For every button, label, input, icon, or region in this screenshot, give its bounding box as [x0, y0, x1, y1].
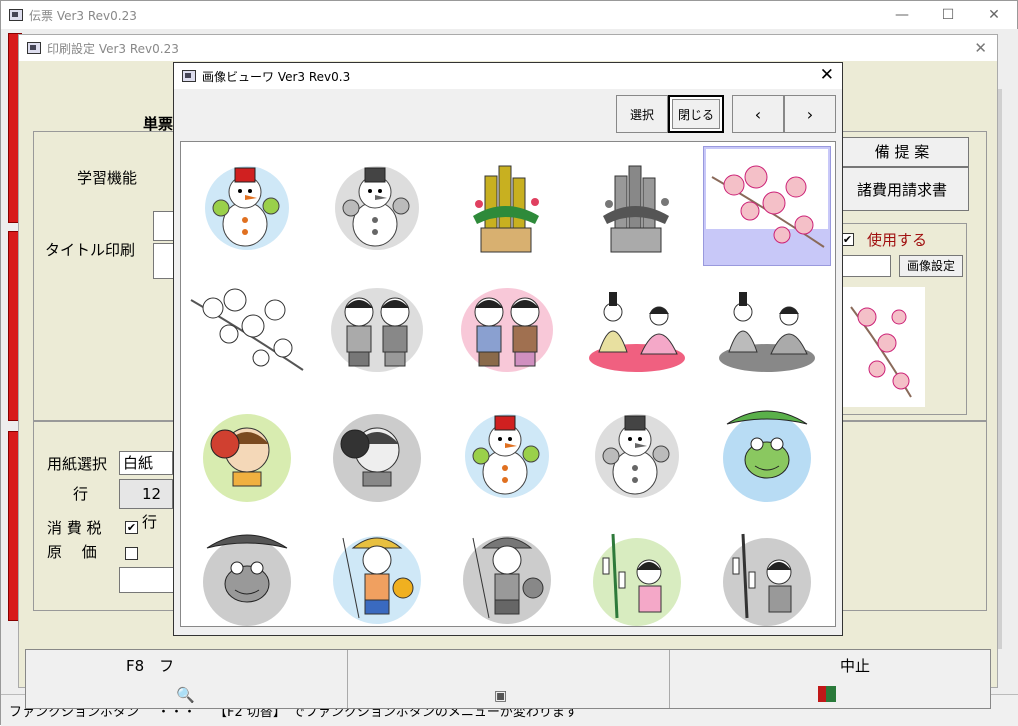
thumbnail-oni-mask-color[interactable] [183, 394, 311, 514]
maximize-button[interactable]: ☐ [925, 1, 971, 29]
next-page-button[interactable]: › [784, 95, 836, 133]
cancel-label: 中止 [840, 657, 871, 675]
main-window-title: 伝票 Ver3 Rev0.23 [29, 8, 137, 23]
cost-checkbox[interactable] [125, 547, 138, 560]
thumbnail-tanabata-girl-gray[interactable] [703, 518, 831, 638]
cost-field[interactable] [119, 567, 175, 593]
thumbnail-sakura-color-selected[interactable] [703, 146, 831, 266]
thumbnail-sakura-gray[interactable] [183, 270, 311, 390]
cancel-button[interactable]: 中止 [670, 650, 992, 708]
image-viewer-dialog: 画像ビューワ Ver3 Rev0.3 ✕ 選択 閉じる ‹ › [173, 62, 843, 636]
paper-label: 用紙選択 [47, 455, 108, 473]
thumbnail-hina-color[interactable] [573, 270, 701, 390]
function-key-bar: F8 フ 🔍 ▣ 中止 [25, 649, 991, 709]
thumbnail-oni-mask-gray[interactable] [313, 394, 441, 514]
print-settings-title: 印刷設定 Ver3 Rev0.23 [47, 41, 179, 56]
select-button[interactable]: 選択 [616, 95, 668, 133]
window-icon [27, 42, 41, 54]
paper-select[interactable]: 白紙 [119, 451, 173, 475]
print-button[interactable]: ▣ [348, 650, 670, 708]
tax-checkbox[interactable]: ✔ [125, 521, 138, 534]
prev-page-button[interactable]: ‹ [732, 95, 784, 133]
image-preview [841, 287, 925, 407]
main-titlebar: 伝票 Ver3 Rev0.23 — ☐ ✕ [1, 1, 1017, 29]
thumbnail-tanabata-girl-color[interactable] [573, 518, 701, 638]
minimize-button[interactable]: — [879, 1, 925, 29]
image-viewer-close-button[interactable]: ✕ [820, 65, 834, 85]
image-viewer-title: 画像ビューワ Ver3 Rev0.3 [202, 69, 351, 84]
thumbnail-grid [180, 141, 836, 627]
thumbnail-schoolkids-color[interactable] [443, 270, 571, 390]
f8-label: F8 フ [126, 657, 175, 675]
thumbnail-hina-gray[interactable] [703, 270, 831, 390]
thumbnail-frog-umbrella-color[interactable] [703, 394, 831, 514]
image-viewer-toolbar: 選択 閉じる ‹ › [616, 95, 836, 133]
image-select[interactable] [837, 255, 891, 277]
thumbnail-valentine-heart-gray[interactable] [573, 394, 701, 514]
rows-label: 行 [73, 485, 89, 503]
search-icon: 🔍 [176, 686, 195, 704]
close-button[interactable]: ✕ [971, 1, 1017, 29]
invoice-button[interactable]: 諸費用請求書 [835, 167, 969, 211]
close-dialog-button[interactable]: 閉じる [668, 95, 724, 133]
tax-label: 消 費 税 [47, 519, 102, 537]
thumbnail-schoolkids-gray[interactable] [313, 270, 441, 390]
use-image-label: 使用する [867, 231, 928, 249]
thumbnail-snowman-gray[interactable] [313, 146, 441, 266]
printer-icon: ▣ [494, 688, 508, 704]
thumbnail-boy-sunflower-color[interactable] [313, 518, 441, 638]
f8-button[interactable]: F8 フ 🔍 [26, 650, 348, 708]
app-icon [9, 9, 23, 21]
proposal-button[interactable]: 備 提 案 [835, 137, 969, 167]
thumbnail-frog-umbrella-gray[interactable] [183, 518, 311, 638]
print-settings-titlebar: 印刷設定 Ver3 Rev0.23 [19, 35, 997, 61]
print-settings-close-button[interactable]: ✕ [974, 39, 987, 57]
thumbnail-boy-sunflower-gray[interactable] [443, 518, 571, 638]
window-icon [182, 70, 196, 82]
thumbnail-kadomatsu-gray[interactable] [573, 146, 701, 266]
cost-label: 原 価 [47, 543, 97, 561]
image-viewer-titlebar: 画像ビューワ Ver3 Rev0.3 [174, 63, 842, 89]
thumbnail-snowman-color[interactable] [183, 146, 311, 266]
image-settings-button[interactable]: 画像設定 [899, 255, 963, 277]
rows-field[interactable]: 12行 [119, 479, 173, 531]
thumbnail-valentine-heart-color[interactable] [443, 394, 571, 514]
title-print-label: タイトル印刷 [45, 241, 136, 259]
learning-label: 学習機能 [77, 169, 138, 187]
thumbnail-kadomatsu-color[interactable] [443, 146, 571, 266]
exit-icon [818, 686, 836, 702]
